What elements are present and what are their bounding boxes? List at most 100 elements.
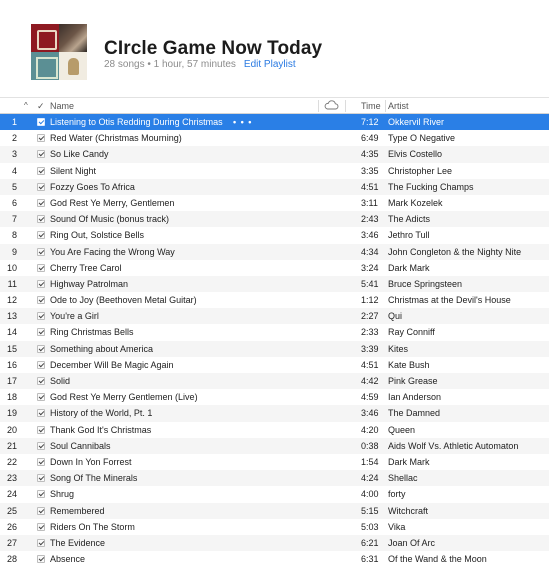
column-header-bar: ^ ✓ Name Time Artist xyxy=(0,97,549,114)
track-checkbox[interactable] xyxy=(37,409,45,418)
track-row[interactable]: 8 Ring Out, Solstice Bells 3:46 Jethro Tull xyxy=(0,227,549,243)
track-number: 14 xyxy=(6,327,17,338)
track-checkbox[interactable] xyxy=(37,344,45,353)
time-column-header[interactable]: Time xyxy=(361,101,381,111)
track-checkbox[interactable] xyxy=(37,377,45,385)
track-number: 28 xyxy=(6,554,17,565)
track-checkbox[interactable] xyxy=(37,328,45,337)
track-row[interactable]: 4 Silent Night 3:35 Christopher Lee xyxy=(0,163,549,179)
track-time: 4:59 xyxy=(361,392,379,403)
track-row[interactable]: 11 Highway Patrolman 5:41 Bruce Springsteen xyxy=(0,275,549,293)
playlist-artwork[interactable] xyxy=(31,24,87,80)
track-row[interactable]: 12 Ode to Joy (Beethoven Metal Guitar) 1:1… xyxy=(0,292,549,308)
cloud-status-column-icon[interactable] xyxy=(324,99,339,113)
track-row[interactable]: 18 God Rest Ye Merry Gentlemen (Live) 4:59… xyxy=(0,389,549,405)
more-options-button[interactable]: • • • xyxy=(233,117,252,127)
track-checkbox[interactable] xyxy=(37,279,45,288)
track-name: Ode to Joy (Beethoven Metal Guitar) xyxy=(50,295,197,306)
track-checkbox[interactable] xyxy=(37,263,45,272)
track-row[interactable]: 6 God Rest Ye Merry, Gentlemen 3:11 Mark Ko… xyxy=(0,195,549,211)
track-row[interactable]: 13 You're a Girl 2:27 Qui xyxy=(0,308,549,325)
album-art-tile xyxy=(59,24,87,52)
track-checkbox[interactable] xyxy=(37,457,45,466)
track-list: 1 Listening to Otis Redding During Christ… xyxy=(0,114,549,567)
track-row[interactable]: 15 Something about America 3:39 Kites xyxy=(0,340,549,357)
track-number: 1 xyxy=(11,117,17,127)
track-artist: Ian Anderson xyxy=(388,392,442,403)
album-art-tile xyxy=(31,24,59,52)
track-artist: The Adicts xyxy=(388,214,431,225)
track-row[interactable]: 16 December Will Be Magic Again 4:51 Kate B… xyxy=(0,357,549,373)
track-row[interactable]: 28 Absence 6:31 Of the Wand & the Moon xyxy=(0,551,549,567)
track-checkbox[interactable] xyxy=(37,312,45,321)
track-row[interactable]: 22 Down In Yon Forrest 1:54 Dark Mark xyxy=(0,454,549,470)
track-name: You're a Girl xyxy=(50,311,99,322)
track-row[interactable]: 2 Red Water (Christmas Mourning) 6:49 Type … xyxy=(0,130,549,146)
track-row[interactable]: 24 Shrug 4:00 forty xyxy=(0,486,549,502)
track-row[interactable]: 3 So Like Candy 4:35 Elvis Costello xyxy=(0,146,549,163)
artist-column-header[interactable]: Artist xyxy=(388,101,409,111)
track-row[interactable]: 1 Listening to Otis Redding During Christ… xyxy=(0,114,549,131)
track-checkbox[interactable] xyxy=(37,296,45,305)
edit-playlist-link[interactable]: Edit Playlist xyxy=(244,59,296,70)
column-divider[interactable] xyxy=(345,100,346,112)
track-row[interactable]: 14 Ring Christmas Bells 2:33 Ray Conniff xyxy=(0,324,549,340)
track-number: 26 xyxy=(6,521,17,532)
track-checkbox[interactable] xyxy=(37,474,45,483)
track-checkbox[interactable] xyxy=(37,538,45,547)
track-row[interactable]: 5 Fozzy Goes To Africa 4:51 The Fucking Cha… xyxy=(0,178,549,195)
track-time: 5:03 xyxy=(361,521,379,532)
track-checkbox[interactable] xyxy=(37,490,45,499)
track-row[interactable]: 20 Thank God It's Christmas 4:20 Queen xyxy=(0,422,549,438)
track-checkbox[interactable] xyxy=(37,215,45,224)
track-checkbox[interactable] xyxy=(37,360,45,369)
track-time: 4:35 xyxy=(361,149,379,160)
track-checkbox[interactable] xyxy=(37,425,45,434)
track-row[interactable]: 27 The Evidence 6:21 Joan Of Arc xyxy=(0,534,549,552)
track-number: 17 xyxy=(6,376,17,386)
track-checkbox[interactable] xyxy=(37,393,45,402)
column-divider[interactable] xyxy=(318,100,319,112)
column-divider[interactable] xyxy=(385,100,386,112)
track-checkbox[interactable] xyxy=(37,118,45,126)
sort-order-icon[interactable]: ^ xyxy=(24,101,28,110)
track-checkbox[interactable] xyxy=(37,522,45,531)
track-artist: Jethro Tull xyxy=(388,230,430,241)
track-checkbox[interactable] xyxy=(37,247,45,256)
track-number: 6 xyxy=(11,197,17,208)
track-number: 21 xyxy=(6,440,17,451)
track-row[interactable]: 17 Solid 4:42 Pink Grease xyxy=(0,373,549,390)
name-column-header[interactable]: Name xyxy=(50,101,74,111)
track-number: 9 xyxy=(11,246,17,257)
track-time: 6:21 xyxy=(361,537,379,548)
track-row[interactable]: 9 You Are Facing the Wrong Way 4:34 John Co… xyxy=(0,243,549,260)
track-checkbox[interactable] xyxy=(37,506,45,515)
track-checkbox[interactable] xyxy=(37,134,45,143)
track-name: December Will Be Magic Again xyxy=(50,359,174,370)
track-name: God Rest Ye Merry, Gentlemen xyxy=(50,197,175,208)
track-time: 5:41 xyxy=(361,278,379,289)
track-checkbox[interactable] xyxy=(37,150,45,159)
track-row[interactable]: 21 Soul Cannibals 0:38 Aids Wolf Vs. Athlet… xyxy=(0,437,549,454)
track-row[interactable]: 23 Song Of The Minerals 4:24 Shellac xyxy=(0,470,549,487)
track-checkbox[interactable] xyxy=(37,231,45,240)
track-time: 6:31 xyxy=(361,554,379,565)
track-row[interactable]: 25 Remembered 5:15 Witchcraft xyxy=(0,502,549,519)
track-checkbox[interactable] xyxy=(37,182,45,191)
track-row[interactable]: 10 Cherry Tree Carol 3:24 Dark Mark xyxy=(0,260,549,276)
check-column-header[interactable]: ✓ xyxy=(37,101,45,112)
track-number: 5 xyxy=(11,181,17,192)
track-name: Remembered xyxy=(50,505,105,516)
track-name: Ring Out, Solstice Bells xyxy=(50,230,145,241)
track-row[interactable]: 7 Sound Of Music (bonus track) 2:43 The Adi… xyxy=(0,211,549,228)
track-number: 10 xyxy=(6,262,17,273)
track-checkbox[interactable] xyxy=(37,166,45,175)
track-name: History of the World, Pt. 1 xyxy=(50,408,153,419)
track-checkbox[interactable] xyxy=(37,441,45,450)
track-row[interactable]: 19 History of the World, Pt. 1 3:46 The Dam… xyxy=(0,405,549,422)
track-artist: The Damned xyxy=(388,408,441,419)
track-checkbox[interactable] xyxy=(37,555,45,564)
track-checkbox[interactable] xyxy=(37,198,45,207)
track-row[interactable]: 26 Riders On The Storm 5:03 Vika xyxy=(0,519,549,535)
track-time: 4:24 xyxy=(361,473,379,484)
